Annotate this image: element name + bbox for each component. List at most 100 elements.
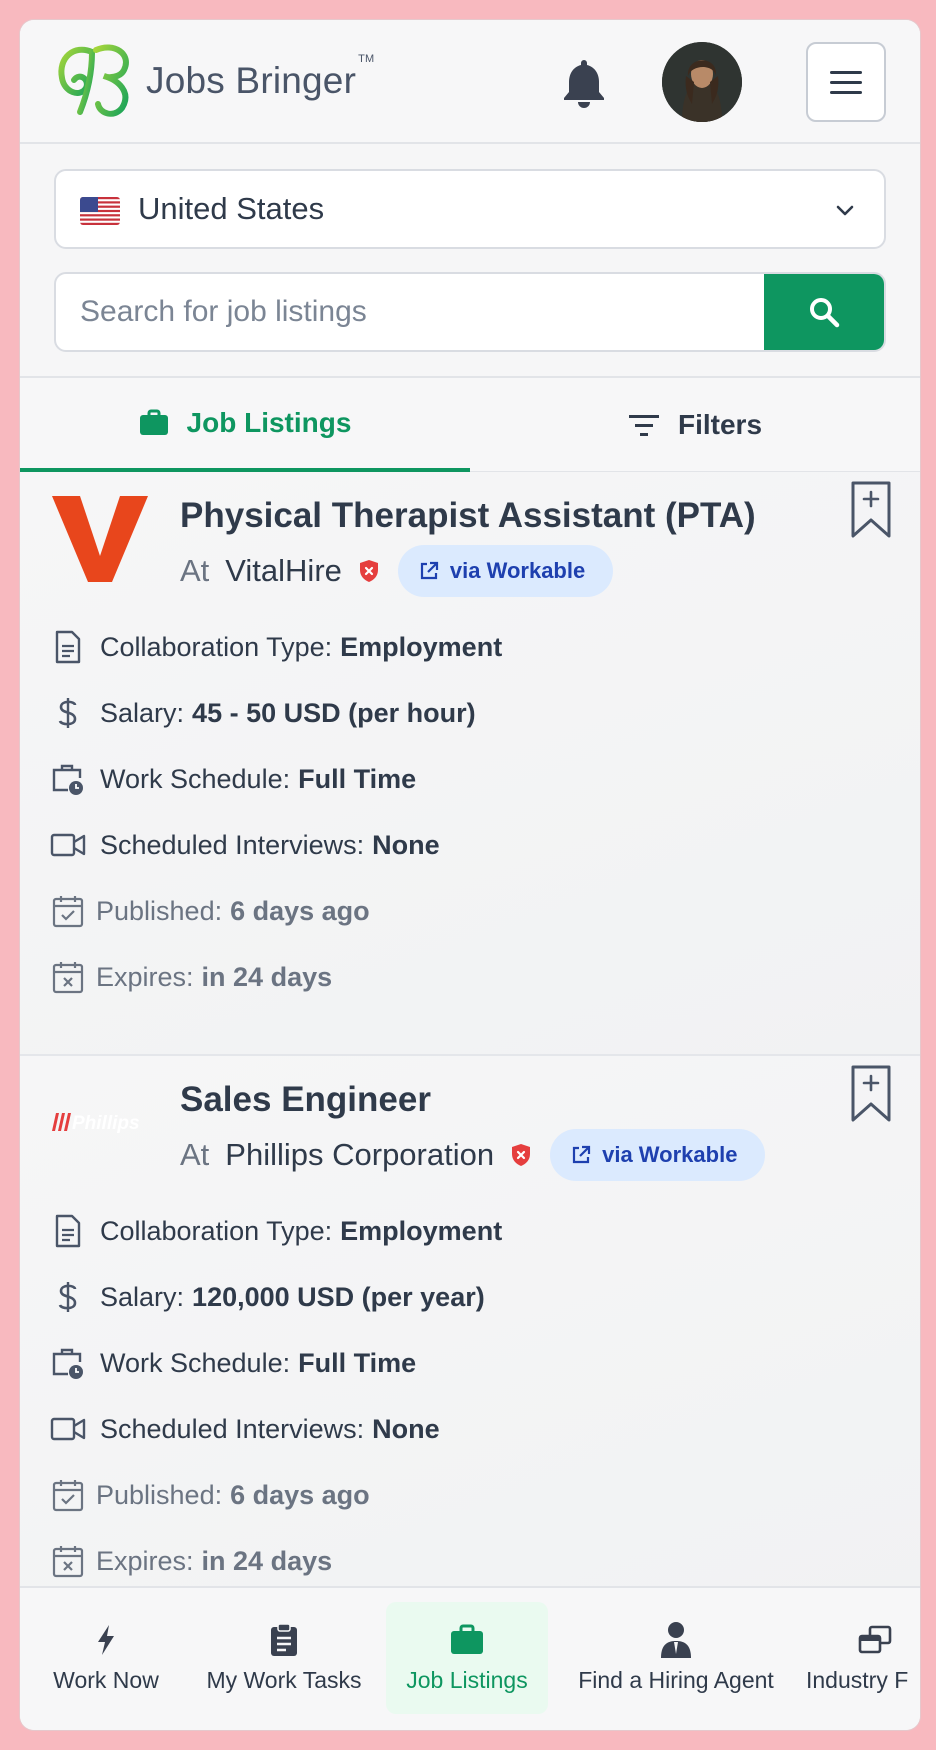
salary-value: 120,000 USD (per year) xyxy=(192,1281,485,1312)
menu-bar xyxy=(830,90,862,94)
interviews-value: None xyxy=(372,829,440,860)
hamburger-menu-button[interactable] xyxy=(806,42,886,122)
expires-label: Expires: xyxy=(96,1545,194,1576)
calendar-x-icon xyxy=(50,1543,86,1579)
salary-row: Salary: 120,000 USD (per year) xyxy=(50,1264,502,1330)
calendar-x-icon xyxy=(50,959,86,995)
briefcase-icon xyxy=(450,1623,484,1657)
expires-value: in 24 days xyxy=(201,1545,333,1576)
nav-my-work-tasks[interactable]: My Work Tasks xyxy=(194,1602,374,1714)
salary-value: 45 - 50 USD (per hour) xyxy=(192,697,476,728)
salary-label: Salary: xyxy=(100,697,185,728)
tab-filters[interactable]: Filters xyxy=(470,378,920,472)
calendar-check-icon xyxy=(50,1477,86,1513)
schedule-value: Full Time xyxy=(298,1347,417,1378)
svg-text:Phillips: Phillips xyxy=(72,1113,140,1134)
collaboration-label: Collaboration Type: xyxy=(100,1215,333,1246)
phillips-logo: Phillips xyxy=(50,1074,150,1170)
job-details: Collaboration Type: Employment Salary: 4… xyxy=(50,614,502,1010)
listing-tabs: Job Listings Filters xyxy=(20,376,920,472)
expires-row: Expires: in 24 days xyxy=(50,1528,502,1594)
source-badge[interactable]: via Workable xyxy=(397,545,614,597)
external-link-icon xyxy=(573,1145,591,1164)
nav-job-listings[interactable]: Job Listings xyxy=(386,1602,548,1714)
agent-icon xyxy=(659,1621,693,1658)
nav-industry[interactable]: Industry F xyxy=(806,1602,920,1714)
collaboration-row: Collaboration Type: Employment xyxy=(50,614,502,680)
job-title[interactable]: Sales Engineer xyxy=(180,1080,431,1120)
clipboard-icon xyxy=(267,1622,301,1657)
expires-value: in 24 days xyxy=(201,961,333,992)
windows-icon xyxy=(858,1623,892,1657)
interviews-label: Scheduled Interviews: xyxy=(100,829,365,860)
document-icon xyxy=(50,1213,86,1249)
job-title[interactable]: Physical Therapist Assistant (PTA) xyxy=(180,496,756,536)
video-camera-icon xyxy=(50,827,86,863)
collaboration-row: Collaboration Type: Employment xyxy=(50,1198,502,1264)
published-label: Published: xyxy=(96,1479,223,1510)
nav-label: My Work Tasks xyxy=(206,1666,362,1693)
collaboration-label: Collaboration Type: xyxy=(100,631,333,662)
search-icon xyxy=(810,298,840,328)
source-badge[interactable]: via Workable xyxy=(550,1129,766,1181)
company-name[interactable]: VitalHire xyxy=(225,553,342,589)
search-input[interactable] xyxy=(56,274,766,350)
trademark: TM xyxy=(358,52,375,65)
job-card[interactable]: Physical Therapist Assistant (PTA) At Vi… xyxy=(20,472,920,1056)
butterfly-logo[interactable] xyxy=(52,42,136,120)
shield-x-icon xyxy=(512,1144,531,1166)
chevron-down-icon xyxy=(836,205,854,216)
brand-name[interactable]: Jobs BringerTM xyxy=(146,53,374,102)
at-label: At xyxy=(180,553,210,588)
us-flag-icon xyxy=(80,197,120,225)
nav-label: Work Now xyxy=(53,1666,159,1693)
app-frame: Jobs BringerTM United States Search for … xyxy=(20,20,920,1730)
expires-label: Expires: xyxy=(96,961,194,992)
video-camera-icon xyxy=(50,1411,86,1447)
interviews-value: None xyxy=(372,1413,440,1444)
dollar-icon xyxy=(50,1279,86,1315)
published-value: 6 days ago xyxy=(230,895,370,926)
collaboration-value: Employment xyxy=(340,631,503,662)
interviews-label: Scheduled Interviews: xyxy=(100,1413,365,1444)
salary-label: Salary: xyxy=(100,1281,185,1312)
nav-label: Find a Hiring Agent xyxy=(578,1666,774,1693)
schedule-value: Full Time xyxy=(298,763,417,794)
nav-find-hiring-agent[interactable]: Find a Hiring Agent xyxy=(566,1602,786,1714)
collaboration-value: Employment xyxy=(340,1215,503,1246)
bell-icon[interactable] xyxy=(560,56,608,108)
tab-label: Filters xyxy=(677,409,763,440)
shield-x-icon xyxy=(359,560,378,582)
search-button[interactable] xyxy=(764,274,884,350)
lightning-icon xyxy=(89,1623,123,1657)
tab-job-listings[interactable]: Job Listings xyxy=(20,378,470,472)
briefcase-clock-icon xyxy=(50,1345,86,1381)
company-line: At Phillips Corporation via Workable xyxy=(180,1129,766,1181)
published-value: 6 days ago xyxy=(230,1479,370,1510)
bookmark-add-icon[interactable] xyxy=(850,480,892,540)
job-card[interactable]: Phillips Sales Engineer At Phillips Corp… xyxy=(20,1056,920,1616)
nav-label: Job Listings xyxy=(406,1666,528,1693)
briefcase-icon xyxy=(139,409,168,435)
tab-label: Job Listings xyxy=(186,407,352,438)
menu-bar xyxy=(830,80,862,84)
schedule-row: Work Schedule: Full Time xyxy=(50,746,502,812)
filter-icon xyxy=(628,415,659,436)
schedule-label: Work Schedule: xyxy=(100,763,291,794)
bottom-navigation: Work Now My Work Tasks Job Listings Find… xyxy=(20,1586,920,1730)
external-link-icon xyxy=(420,561,438,580)
company-name[interactable]: Phillips Corporation xyxy=(225,1137,494,1173)
country-select[interactable]: United States xyxy=(54,169,886,249)
user-avatar[interactable] xyxy=(662,42,742,122)
document-icon xyxy=(50,629,86,665)
nav-work-now[interactable]: Work Now xyxy=(42,1602,170,1714)
at-label: At xyxy=(180,1137,210,1172)
menu-bar xyxy=(830,70,862,74)
search-bar xyxy=(54,272,886,352)
vitalhire-logo xyxy=(52,496,148,582)
bookmark-add-icon[interactable] xyxy=(850,1064,892,1124)
source-label: via Workable xyxy=(449,558,586,583)
briefcase-clock-icon xyxy=(50,761,86,797)
app-header: Jobs BringerTM xyxy=(20,20,920,144)
published-row: Published: 6 days ago xyxy=(50,878,502,944)
